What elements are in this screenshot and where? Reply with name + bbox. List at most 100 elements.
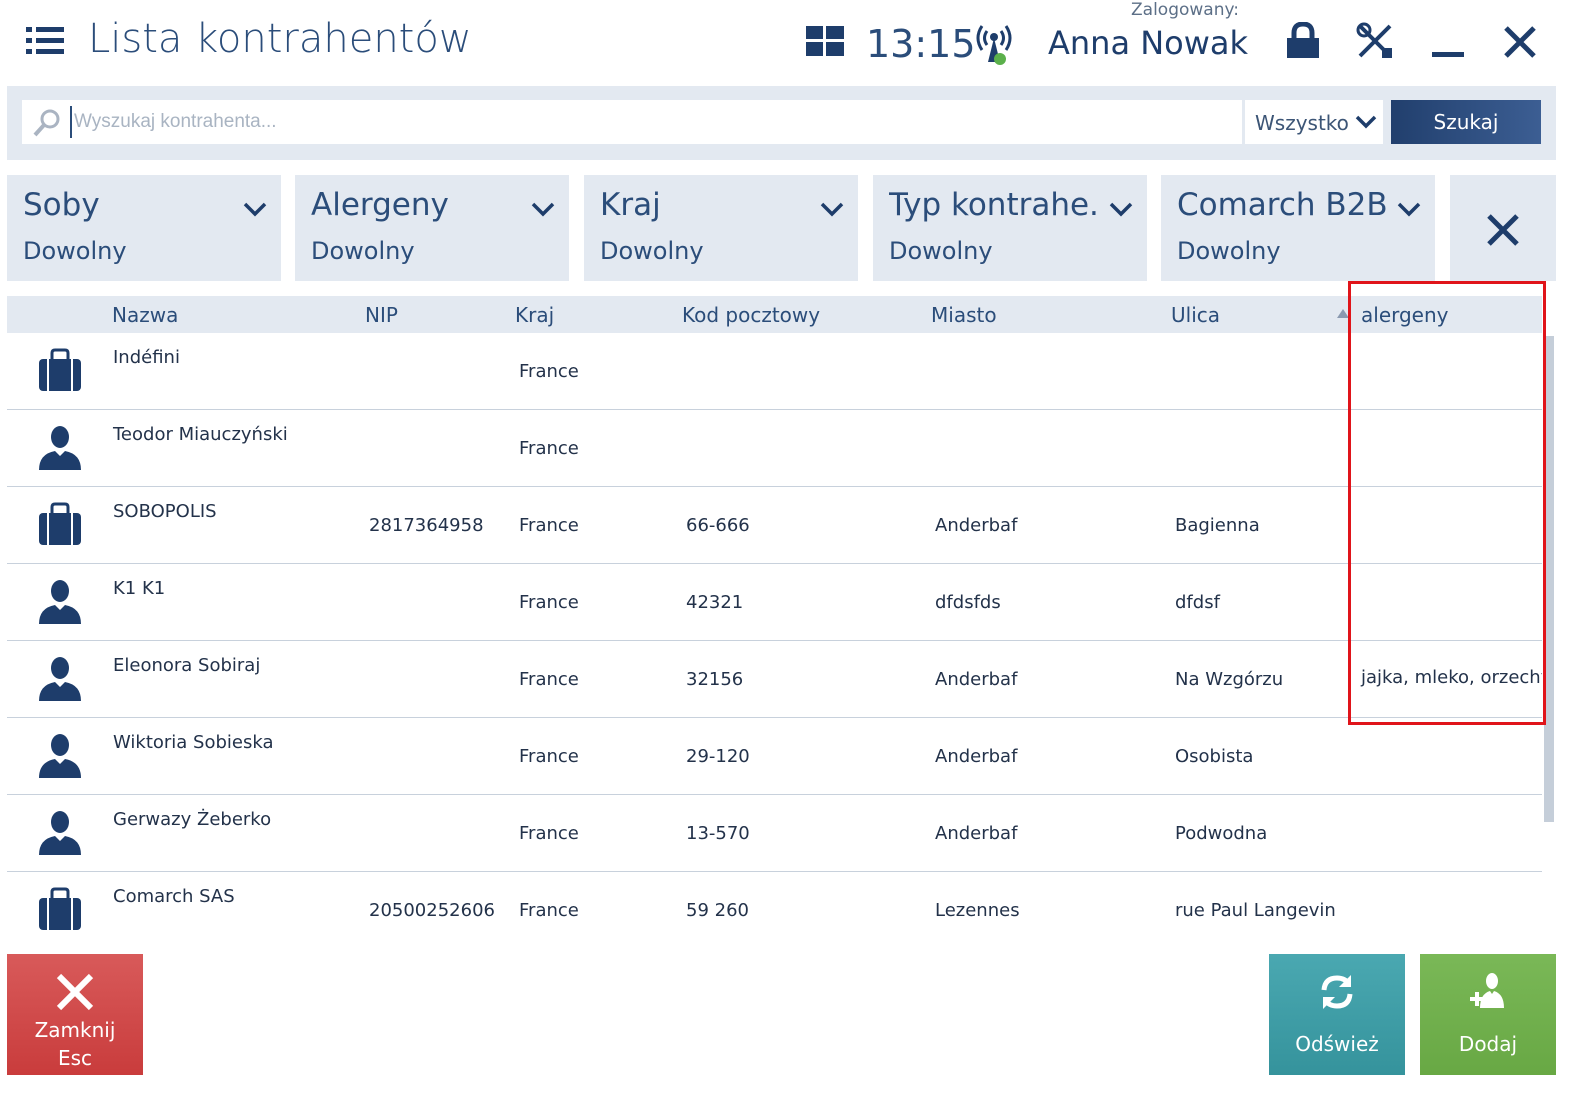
company-icon (39, 502, 81, 545)
cell-miasto: Anderbaf (935, 515, 1018, 536)
filter-typ-kontrahenta[interactable]: Typ kontrahe... Dowolny (873, 175, 1147, 281)
person-icon (39, 580, 81, 624)
refresh-button[interactable]: Odśwież (1269, 954, 1405, 1075)
cell-ulica: dfdsf (1175, 592, 1220, 613)
cell-ulica: Podwodna (1175, 823, 1268, 844)
cell-kraj: France (519, 669, 579, 690)
clear-filters-button[interactable] (1450, 175, 1556, 281)
filter-value: Dowolny (600, 237, 704, 265)
lock-icon[interactable] (1284, 22, 1322, 60)
filter-title: Alergeny (311, 187, 449, 223)
cell-miasto: Lezennes (935, 900, 1020, 921)
cell-kraj: France (519, 438, 579, 459)
table-row[interactable]: Teodor Miauczyński France (7, 410, 1542, 487)
table-row[interactable]: Indéfini France (7, 333, 1542, 410)
search-scope-select[interactable]: Wszystko (1245, 100, 1383, 144)
cell-ulica: Bagienna (1175, 515, 1260, 536)
add-person-icon (1470, 973, 1504, 1008)
refresh-icon (1321, 975, 1353, 1009)
logged-in-label: Zalogowany: (1131, 0, 1240, 20)
close-icon (1487, 214, 1519, 246)
search-bar: Wszystko Szukaj (7, 86, 1556, 160)
cell-kod-pocztowy: 32156 (686, 669, 744, 690)
add-button[interactable]: Dodaj (1420, 954, 1556, 1075)
cell-nazwa: Indéfini (113, 347, 180, 368)
add-button-label: Dodaj (1458, 1032, 1518, 1056)
cell-nip: 20500252606 (369, 900, 495, 921)
person-icon (39, 657, 81, 701)
cell-nazwa: Comarch SAS (113, 886, 235, 907)
cell-kod-pocztowy: 66-666 (686, 515, 750, 536)
cell-kraj: France (519, 361, 579, 382)
column-header-kraj[interactable]: Kraj (515, 303, 554, 327)
highlight-annotation (1348, 281, 1546, 725)
company-icon (39, 348, 81, 391)
chevron-down-icon (531, 202, 555, 217)
cell-nazwa: Wiktoria Sobieska (113, 732, 274, 753)
cell-ulica: Na Wzgórzu (1175, 669, 1284, 690)
tools-icon[interactable] (1356, 22, 1394, 60)
cell-nazwa: Gerwazy Żeberko (113, 809, 272, 830)
app-window: Lista kontrahentów 13:15 Zalogowany: Ann… (0, 0, 1590, 1098)
filter-title: Comarch B2B (1177, 187, 1388, 223)
filter-soby[interactable]: Soby Dowolny (7, 175, 281, 281)
cell-nazwa: Teodor Miauczyński (113, 424, 288, 445)
search-scope-value: Wszystko (1255, 111, 1349, 135)
column-header-nip[interactable]: NIP (365, 303, 398, 327)
close-icon[interactable] (1500, 22, 1540, 62)
chevron-down-icon (1109, 202, 1133, 217)
tiles-icon[interactable] (806, 26, 844, 56)
person-icon (39, 426, 81, 470)
filter-kraj[interactable]: Kraj Dowolny (584, 175, 858, 281)
column-header-kod-pocztowy[interactable]: Kod pocztowy (682, 303, 820, 327)
table-row[interactable]: K1 K1 France 42321 dfdsfds dfdsf (7, 564, 1542, 641)
filter-value: Dowolny (311, 237, 415, 265)
page-title: Lista kontrahentów (88, 16, 472, 62)
filter-value: Dowolny (23, 237, 127, 265)
search-button[interactable]: Szukaj (1391, 100, 1541, 144)
table-row[interactable]: Comarch SAS 20500252606 France 59 260 Le… (7, 872, 1542, 949)
column-header-miasto[interactable]: Miasto (931, 303, 997, 327)
chevron-down-icon (820, 202, 844, 217)
search-icon (33, 109, 60, 137)
minimize-icon[interactable] (1428, 22, 1468, 62)
filter-comarch-b2b[interactable]: Comarch B2B Dowolny (1161, 175, 1435, 281)
cell-kraj: France (519, 746, 579, 767)
clock: 13:15 (866, 22, 976, 66)
chevron-down-icon (243, 202, 267, 217)
search-field (22, 100, 1242, 144)
filter-title: Kraj (600, 187, 661, 223)
cell-kod-pocztowy: 13-570 (686, 823, 750, 844)
person-icon (39, 734, 81, 778)
close-icon (56, 973, 94, 1011)
table-row[interactable]: Eleonora Sobiraj France 32156 Anderbaf N… (7, 641, 1551, 718)
table-row[interactable]: SOBOPOLIS 2817364958 France 66-666 Ander… (7, 487, 1542, 564)
table-body: Indéfini France Teodor Miauczyński Franc… (7, 333, 1551, 949)
cell-ulica: rue Paul Langevin (1175, 900, 1336, 921)
cell-miasto: Anderbaf (935, 669, 1018, 690)
table-row[interactable]: Wiktoria Sobieska France 29-120 Anderbaf… (7, 718, 1542, 795)
cell-nip: 2817364958 (369, 515, 484, 536)
cell-kraj: France (519, 592, 579, 613)
filter-alergeny[interactable]: Alergeny Dowolny (295, 175, 569, 281)
column-header-ulica[interactable]: Ulica (1171, 303, 1220, 327)
cell-miasto: Anderbaf (935, 823, 1018, 844)
close-button-shortcut: Esc (57, 1046, 93, 1070)
signal-icon (976, 25, 1012, 65)
filter-title: Typ kontrahe... (889, 187, 1099, 223)
cell-kod-pocztowy: 29-120 (686, 746, 750, 767)
table-row[interactable]: Gerwazy Żeberko France 13-570 Anderbaf P… (7, 795, 1542, 872)
cell-kraj: France (519, 515, 579, 536)
cell-kraj: France (519, 823, 579, 844)
cell-miasto: dfdsfds (935, 592, 1001, 613)
close-button[interactable]: Zamknij Esc (7, 954, 143, 1075)
title-bar: Lista kontrahentów 13:15 Zalogowany: Ann… (0, 0, 1590, 86)
search-input[interactable] (70, 106, 1230, 138)
close-button-label: Zamknij (34, 1018, 116, 1042)
refresh-button-label: Odśwież (1295, 1032, 1379, 1056)
cell-nazwa: K1 K1 (113, 578, 166, 599)
column-header-nazwa[interactable]: Nazwa (112, 303, 178, 327)
person-icon (39, 811, 81, 855)
menu-icon[interactable] (26, 26, 64, 56)
filter-value: Dowolny (889, 237, 993, 265)
